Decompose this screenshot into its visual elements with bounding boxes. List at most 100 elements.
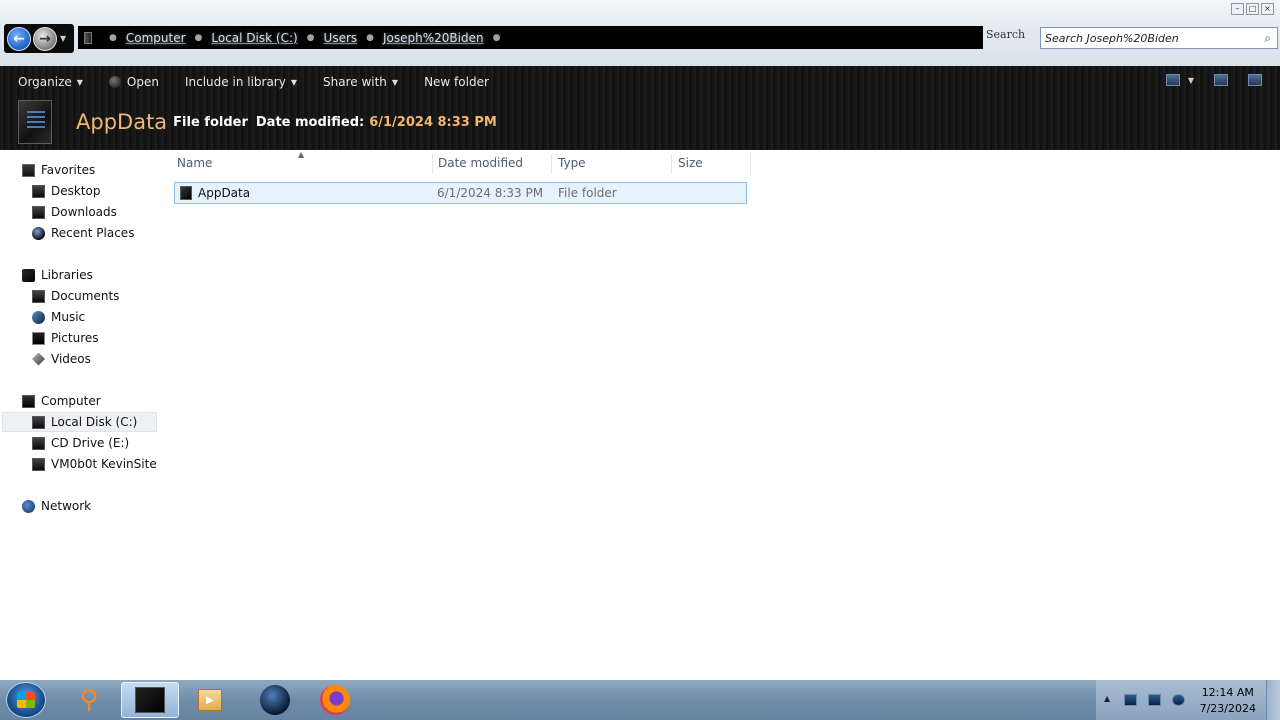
include-in-library-button[interactable]: Include in library ▼	[185, 75, 297, 89]
search-label: Search	[986, 28, 1026, 41]
taskbar: ⚲ ▶ ▲ 12:14 AM 7/23/2024	[0, 680, 1280, 720]
back-button[interactable]: ←	[7, 26, 31, 51]
column-divider[interactable]	[551, 154, 552, 174]
computer-icon	[22, 394, 35, 408]
view-options-dropdown[interactable]: ▼	[1188, 76, 1194, 85]
nav-label: Local Disk (C:)	[51, 415, 138, 429]
nav-cd-drive[interactable]: CD Drive (E:)	[32, 433, 129, 453]
show-desktop-button[interactable]	[1266, 680, 1280, 720]
breadcrumb-user-folder[interactable]: Joseph%20Biden	[383, 31, 484, 45]
navigation-pane: Favorites Desktop Downloads Recent Place…	[0, 150, 165, 680]
nav-computer[interactable]: Computer	[22, 391, 101, 411]
clock-date: 7/23/2024	[1199, 702, 1256, 715]
window-controls: – □ ×	[1231, 3, 1274, 15]
nav-network[interactable]: Network	[22, 496, 91, 516]
sort-ascending-icon: ▲	[298, 150, 305, 159]
nav-desktop[interactable]: Desktop	[32, 181, 101, 201]
breadcrumb-local-disk[interactable]: Local Disk (C:)	[211, 31, 297, 45]
nav-label: Videos	[51, 352, 91, 366]
breadcrumb-separator-icon[interactable]: ●	[493, 33, 501, 43]
show-hidden-icons-icon[interactable]: ▲	[1104, 694, 1110, 703]
nav-label: VM0b0t KevinSite	[51, 457, 157, 471]
help-icon[interactable]	[1248, 74, 1262, 86]
column-divider[interactable]	[432, 154, 433, 174]
navigation-buttons: ← → ▼	[4, 24, 74, 53]
tray-app-icon[interactable]	[1124, 694, 1137, 706]
address-bar[interactable]: ● Computer ● Local Disk (C:) ● Users ● J…	[78, 26, 983, 49]
nav-vm-site[interactable]: VM0b0t KevinSite	[32, 454, 157, 474]
search-box[interactable]: ⌕	[1040, 27, 1278, 49]
nav-favorites[interactable]: Favorites	[22, 160, 95, 180]
breadcrumb-separator-icon[interactable]: ●	[109, 33, 117, 43]
recent-pages-dropdown[interactable]: ▼	[60, 34, 66, 43]
nav-local-disk[interactable]: Local Disk (C:)	[2, 412, 157, 432]
share-with-button[interactable]: Share with ▼	[323, 75, 398, 89]
details-pane: AppData File folder Date modified: 6/1/2…	[18, 100, 497, 144]
tray-volume-icon[interactable]	[1172, 694, 1185, 706]
clock-time: 12:14 AM	[1201, 686, 1254, 699]
details-date-label: Date modified:	[255, 114, 365, 130]
column-header-date-modified[interactable]: Date modified	[438, 156, 523, 172]
nav-label: Pictures	[51, 331, 99, 345]
table-row[interactable]: AppData 6/1/2024 8:33 PM File folder	[174, 182, 747, 204]
chevron-down-icon: ▼	[290, 77, 297, 87]
desktop-icon	[32, 184, 45, 198]
network-drive-icon	[32, 457, 45, 471]
breadcrumb-computer[interactable]: Computer	[126, 31, 186, 45]
open-label: Open	[126, 75, 159, 89]
column-divider[interactable]	[750, 154, 751, 174]
nav-recent-places[interactable]: Recent Places	[32, 223, 134, 243]
window-titlebar: – □ × ← → ▼ ● Computer ● Local Disk (C:)…	[0, 0, 1280, 66]
clock[interactable]: 12:14 AM 7/23/2024	[1200, 685, 1256, 717]
pictures-icon	[32, 331, 45, 345]
windows-logo-icon	[17, 692, 35, 708]
column-header-name[interactable]: Name	[177, 156, 212, 172]
nav-label: CD Drive (E:)	[51, 436, 130, 450]
close-button[interactable]: ×	[1261, 3, 1274, 15]
media-player-icon: ▶	[198, 689, 222, 711]
nav-label: Downloads	[51, 205, 117, 219]
taskbar-search[interactable]: ⚲	[60, 682, 118, 718]
magnifier-icon: ⚲	[79, 685, 99, 715]
nav-label: Favorites	[41, 163, 96, 177]
change-view-icon[interactable]	[1165, 74, 1180, 86]
nav-pictures[interactable]: Pictures	[32, 328, 99, 348]
tray-network-icon[interactable]	[1148, 694, 1161, 706]
taskbar-media-player[interactable]: ▶	[181, 682, 239, 718]
column-divider[interactable]	[671, 154, 672, 174]
forward-button[interactable]: →	[33, 26, 57, 51]
breadcrumb-separator-icon[interactable]: ●	[195, 33, 203, 43]
music-icon	[32, 310, 45, 324]
taskbar-browser[interactable]	[246, 682, 304, 718]
taskbar-explorer[interactable]	[121, 682, 179, 718]
file-name: AppData	[198, 186, 251, 200]
search-icon[interactable]: ⌕	[1264, 31, 1271, 46]
preview-pane-icon[interactable]	[1214, 74, 1228, 86]
nav-documents[interactable]: Documents	[32, 286, 119, 306]
breadcrumb-users[interactable]: Users	[324, 31, 358, 45]
nav-label: Network	[41, 499, 92, 513]
nav-videos[interactable]: Videos	[32, 349, 91, 369]
file-list: ▲ Name Date modified Type Size AppData 6…	[165, 150, 1280, 680]
maximize-button[interactable]: □	[1246, 3, 1259, 15]
recent-places-icon	[32, 226, 45, 240]
nav-libraries[interactable]: Libraries	[22, 265, 93, 285]
taskbar-firefox[interactable]	[306, 682, 364, 718]
nav-label: Desktop	[51, 184, 101, 198]
location-icon	[84, 31, 92, 44]
nav-downloads[interactable]: Downloads	[32, 202, 117, 222]
start-button[interactable]	[6, 682, 46, 718]
chevron-down-icon: ▼	[391, 77, 399, 87]
breadcrumb-separator-icon[interactable]: ●	[366, 33, 374, 43]
search-input[interactable]	[1045, 31, 1255, 45]
open-button[interactable]: Open	[108, 75, 159, 89]
column-header-size[interactable]: Size	[678, 156, 703, 172]
nav-music[interactable]: Music	[32, 307, 85, 327]
column-header-type[interactable]: Type	[558, 156, 586, 172]
arrow-left-icon: ←	[13, 30, 25, 47]
organize-button[interactable]: Organize ▼	[18, 75, 83, 89]
minimize-button[interactable]: –	[1231, 3, 1244, 15]
breadcrumb-separator-icon[interactable]: ●	[307, 33, 315, 43]
libraries-icon	[22, 268, 35, 282]
new-folder-button[interactable]: New folder	[424, 75, 489, 89]
